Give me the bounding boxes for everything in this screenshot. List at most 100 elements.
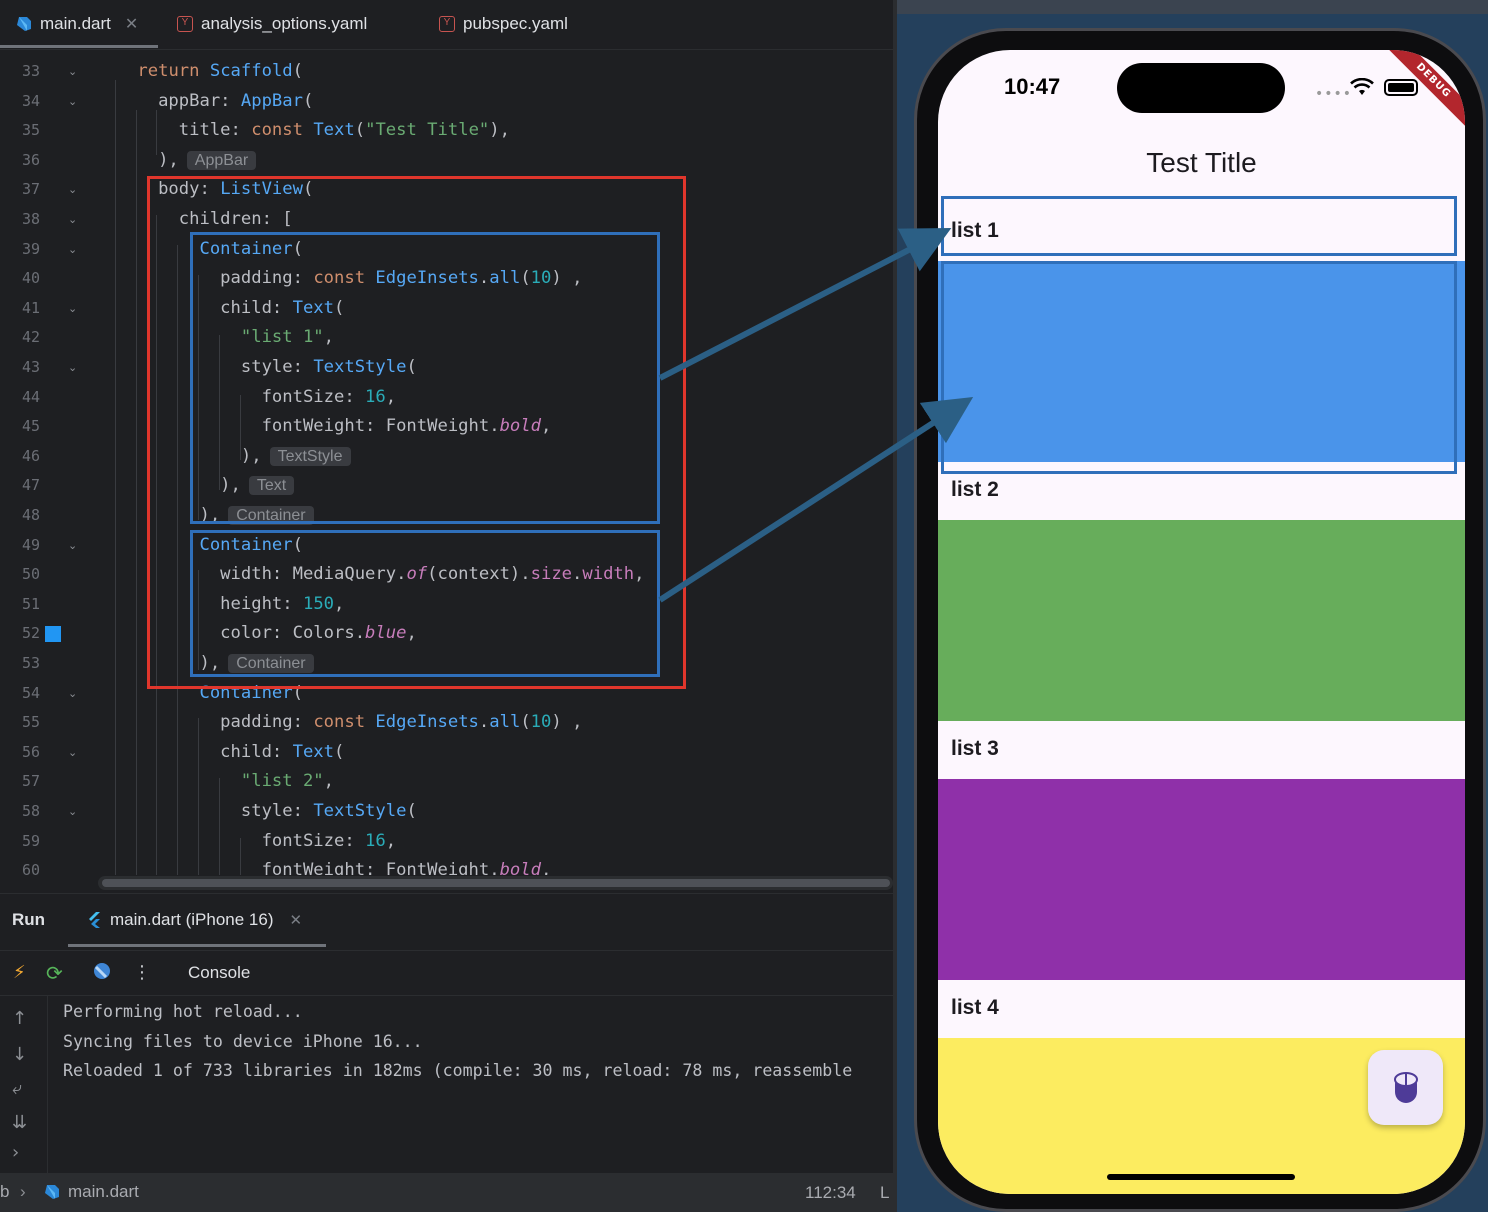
dart-devtools-icon[interactable] <box>92 961 112 988</box>
fold-chevron-icon[interactable]: ⌄ <box>68 175 77 205</box>
fold-chevron-icon[interactable]: ⌄ <box>68 679 77 709</box>
status-time: 10:47 <box>1004 74 1061 99</box>
cellular-signal-icon: •••• <box>1315 86 1353 102</box>
fold-chevron-icon[interactable]: ⌄ <box>68 235 77 265</box>
tab-analysis-options[interactable]: Y analysis_options.yaml <box>177 0 367 48</box>
fold-chevron-icon[interactable]: ⌄ <box>68 797 77 827</box>
yaml-file-icon: Y <box>439 16 455 32</box>
active-run-tab-indicator <box>68 944 326 947</box>
line-number: 34 <box>21 91 40 110</box>
line-number: 55 <box>21 713 40 732</box>
console-side-toolbar: ↑ ↓ ⤶ ⇊ › <box>0 996 48 1174</box>
run-panel: Run main.dart (iPhone 16) ✕ ⚡ ⟳ ⋮ Consol… <box>0 893 893 1174</box>
color-swatch-icon[interactable] <box>45 626 61 642</box>
mouse-icon <box>1394 1072 1418 1103</box>
line-number: 59 <box>21 831 40 850</box>
run-tab-label: main.dart (iPhone 16) <box>110 910 274 929</box>
line-number: 57 <box>21 772 40 791</box>
line-number: 45 <box>21 417 40 436</box>
scroll-to-end-icon[interactable]: ⇊ <box>12 1112 27 1133</box>
line-number: 51 <box>21 594 40 613</box>
list-item-label: list 4 <box>951 996 999 1019</box>
line-number: 48 <box>21 506 40 524</box>
console-tab[interactable]: Console <box>188 963 250 983</box>
horizontal-scrollbar[interactable] <box>98 876 893 890</box>
line-number: 40 <box>21 269 40 288</box>
line-number: 58 <box>21 802 40 820</box>
hot-reload-icon[interactable]: ⚡ <box>13 961 26 985</box>
battery-icon <box>1384 79 1418 96</box>
fold-chevron-icon[interactable]: ⌄ <box>68 294 77 324</box>
tab-pubspec[interactable]: Y pubspec.yaml <box>439 0 568 48</box>
home-indicator <box>1107 1174 1295 1180</box>
cursor-position[interactable]: 112:34 <box>805 1183 856 1203</box>
breadcrumb-chevron-icon: › <box>20 1182 26 1201</box>
code-line-59: fontSize: 16, <box>96 830 397 851</box>
line-number: 44 <box>21 387 40 406</box>
code-line-56: child: Text( <box>96 741 345 762</box>
dart-file-icon <box>16 16 32 32</box>
status-bar: b › main.dart 112:34 L <box>0 1173 897 1212</box>
fold-chevron-icon[interactable]: ⌄ <box>68 353 77 383</box>
active-tab-indicator <box>0 45 158 48</box>
list-color-block <box>938 779 1465 980</box>
window-title-strip <box>897 0 1488 14</box>
more-options-icon[interactable]: ⋮ <box>133 961 151 985</box>
run-toolbar: ⚡ ⟳ ⋮ Console <box>0 950 893 996</box>
fold-chevron-icon[interactable]: ⌄ <box>68 738 77 768</box>
run-panel-title: Run <box>12 910 46 929</box>
line-gutter: 33 ⌄ 34 ⌄ 35 36 37 ⌄ 38 ⌄ 39 ⌄ 40 41 ⌄ 42 43 ⌄ 44 45 46 47 48 4… <box>0 50 94 875</box>
tab-main-dart[interactable]: main.dart ✕ <box>16 0 138 48</box>
floating-action-button[interactable] <box>1368 1050 1443 1125</box>
console-line: Syncing files to device iPhone 16... <box>63 1032 423 1051</box>
yaml-file-icon: Y <box>177 16 193 32</box>
line-number: 33 <box>21 62 40 80</box>
tab-label: analysis_options.yaml <box>201 14 368 33</box>
list-item-label: list 2 <box>951 478 999 501</box>
fold-chevron-icon[interactable]: ⌄ <box>68 57 77 87</box>
flutter-icon <box>89 912 100 928</box>
line-number: 54 <box>21 683 40 702</box>
breadcrumb-file[interactable]: main.dart <box>68 1182 139 1202</box>
dart-file-icon <box>44 1184 60 1205</box>
line-number: 36 <box>21 150 40 169</box>
line-number: 43 <box>21 358 40 376</box>
code-line-57: "list 2", <box>240 771 335 792</box>
scroll-down-icon[interactable]: ↓ <box>12 1044 27 1065</box>
container2-highlight-box <box>190 530 660 677</box>
soft-wrap-icon[interactable]: ⤶ <box>12 1078 22 1099</box>
line-number: 39 <box>21 239 40 258</box>
blue-container-highlight-box <box>941 261 1457 474</box>
ide-window: main.dart ✕ Y analysis_options.yaml Y pu… <box>0 0 897 1212</box>
appbar-title: Test Title <box>1146 147 1257 178</box>
code-line-33: return Scaffold( <box>137 61 304 81</box>
line-number: 56 <box>21 742 40 761</box>
close-tab-icon[interactable]: ✕ <box>125 14 138 34</box>
line-number: 42 <box>21 328 40 347</box>
line-number: 50 <box>21 565 40 584</box>
expand-icon[interactable]: › <box>12 1142 19 1163</box>
line-number: 37 <box>21 180 40 199</box>
tab-label: pubspec.yaml <box>463 14 568 33</box>
code-line-55: padding: const EdgeInsets.all(10) , <box>96 712 583 733</box>
wifi-icon <box>1350 78 1374 95</box>
fold-chevron-icon[interactable]: ⌄ <box>68 87 77 117</box>
code-line-36: ), AppBar <box>96 146 257 176</box>
code-line-34: appBar: AppBar( <box>96 90 314 111</box>
breadcrumb-root[interactable]: b <box>0 1182 9 1202</box>
close-tab-icon[interactable]: ✕ <box>289 911 302 929</box>
line-number: 49 <box>21 535 40 554</box>
hot-restart-icon[interactable]: ⟳ <box>46 961 63 985</box>
editor-tab-bar: main.dart ✕ Y analysis_options.yaml Y pu… <box>0 0 897 50</box>
fold-chevron-icon[interactable]: ⌄ <box>68 531 77 561</box>
line-number: 46 <box>21 446 40 465</box>
console-line: Reloaded 1 of 733 libraries in 182ms (co… <box>63 1061 853 1080</box>
line-number: 47 <box>21 476 40 495</box>
console-line: Performing hot reload... <box>63 1002 303 1021</box>
scroll-up-icon[interactable]: ↑ <box>12 1008 27 1029</box>
line-number: 53 <box>21 654 40 672</box>
line-number: 35 <box>21 121 40 140</box>
fold-chevron-icon[interactable]: ⌄ <box>68 205 77 235</box>
run-config-tab[interactable]: main.dart (iPhone 16) ✕ <box>86 910 302 930</box>
line-separator-indicator[interactable]: L <box>880 1183 889 1203</box>
